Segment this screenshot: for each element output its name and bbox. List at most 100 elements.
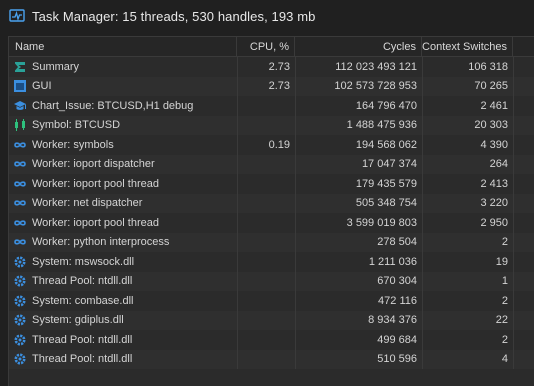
row-name-cell: Thread Pool: ntdll.dll [9, 330, 237, 350]
row-name: Worker: ioport dispatcher [32, 158, 155, 171]
row-cpu [237, 330, 295, 350]
row-cycles: 1 488 475 936 [295, 115, 422, 135]
table-row[interactable]: System: mswsock.dll 1 211 036 19 [9, 252, 534, 272]
infinity-icon [13, 196, 32, 210]
row-extra-cell [513, 213, 534, 233]
gear-icon [13, 352, 32, 366]
row-cpu: 0.19 [237, 135, 295, 155]
row-extra-cell [513, 154, 534, 174]
row-context-switches: 2 413 [422, 174, 513, 194]
table-row[interactable]: Thread Pool: ntdll.dll 670 304 1 [9, 271, 534, 292]
row-name-cell: System: gdiplus.dll [9, 311, 237, 331]
table-row[interactable]: Thread Pool: ntdll.dll 499 684 2 [9, 330, 534, 350]
table-row[interactable]: Worker: python interprocess 278 504 2 [9, 232, 534, 253]
row-cycles: 194 568 062 [295, 135, 422, 155]
row-name: Thread Pool: ntdll.dll [32, 333, 133, 346]
row-name: System: gdiplus.dll [32, 314, 124, 327]
row-context-switches: 20 303 [422, 115, 513, 135]
row-cpu [237, 115, 295, 135]
row-name: Worker: net dispatcher [32, 197, 143, 210]
row-name: Symbol: BTCUSD [32, 119, 121, 132]
row-cycles: 670 304 [295, 271, 422, 291]
row-extra-cell [513, 135, 534, 155]
row-cycles: 112 023 493 121 [295, 57, 422, 77]
row-context-switches: 264 [422, 154, 513, 174]
column-header-cycles[interactable]: Cycles [295, 37, 422, 56]
row-context-switches: 2 461 [422, 96, 513, 116]
row-context-switches: 2 [422, 291, 513, 311]
row-context-switches: 1 [422, 271, 513, 291]
row-name: GUI [32, 80, 52, 93]
row-cpu [237, 271, 295, 291]
column-header-extra [513, 37, 534, 56]
table-row[interactable]: System: combase.dll 472 116 2 [9, 291, 534, 311]
window-title: Task Manager: 15 threads, 530 handles, 1… [32, 8, 316, 24]
graduation-cap-icon [13, 99, 32, 113]
row-cpu: 2.73 [237, 57, 295, 77]
row-context-switches: 4 390 [422, 135, 513, 155]
table-body: Summary 2.73 112 023 493 121 106 318 GUI 2.73… [9, 57, 534, 369]
row-name-cell: Thread Pool: ntdll.dll [9, 272, 237, 292]
table-row[interactable]: Thread Pool: ntdll.dll 510 596 4 [9, 349, 534, 370]
row-cycles: 278 504 [295, 232, 422, 252]
row-extra-cell [513, 115, 534, 135]
table-row[interactable]: Worker: ioport pool thread 3 599 019 803 2… [9, 213, 534, 233]
row-name: System: combase.dll [32, 294, 134, 307]
row-name-cell: Thread Pool: ntdll.dll [9, 350, 237, 370]
column-header-context-switches[interactable]: Context Switches [422, 37, 513, 56]
table-row[interactable]: Worker: net dispatcher 505 348 754 3 220 [9, 193, 534, 213]
row-cpu [237, 154, 295, 174]
column-header-cpu[interactable]: CPU, % [237, 37, 295, 56]
table-row[interactable]: Summary 2.73 112 023 493 121 106 318 [9, 57, 534, 77]
row-name: System: mswsock.dll [32, 255, 135, 268]
row-name-cell: Worker: python interprocess [9, 233, 237, 253]
row-extra-cell [513, 330, 534, 350]
row-cycles: 472 116 [295, 291, 422, 311]
row-context-switches: 2 [422, 330, 513, 350]
row-cpu [237, 193, 295, 213]
row-cycles: 1 211 036 [295, 252, 422, 272]
column-header-name[interactable]: Name [9, 37, 237, 56]
row-extra-cell [513, 174, 534, 194]
table-row[interactable]: Chart_Issue: BTCUSD,H1 debug 164 796 470 2… [9, 96, 534, 116]
row-cycles: 505 348 754 [295, 193, 422, 213]
thread-table[interactable]: Name CPU, % Cycles Context Switches Summ… [8, 36, 534, 386]
summary-icon [13, 60, 32, 74]
row-cpu [237, 291, 295, 311]
row-context-switches: 2 950 [422, 213, 513, 233]
row-name: Worker: symbols [32, 138, 114, 151]
row-cpu [237, 213, 295, 233]
table-row[interactable]: GUI 2.73 102 573 728 953 70 265 [9, 76, 534, 96]
table-row[interactable]: System: gdiplus.dll 8 934 376 22 [9, 310, 534, 331]
row-name-cell: Worker: ioport pool thread [9, 213, 237, 233]
row-name-cell: System: mswsock.dll [9, 252, 237, 272]
row-name: Thread Pool: ntdll.dll [32, 353, 133, 366]
symbol-icon [13, 118, 32, 132]
row-cpu [237, 310, 295, 330]
table-row[interactable]: Symbol: BTCUSD 1 488 475 936 20 303 [9, 115, 534, 135]
row-name: Thread Pool: ntdll.dll [32, 275, 133, 288]
table-row[interactable]: Worker: ioport dispatcher 17 047 374 264 [9, 154, 534, 174]
row-context-switches: 106 318 [422, 57, 513, 77]
row-name: Summary [32, 60, 80, 73]
row-context-switches: 70 265 [422, 76, 513, 96]
gear-icon [13, 294, 32, 308]
table-row[interactable]: Worker: ioport pool thread 179 435 579 2 4… [9, 174, 534, 194]
row-extra-cell [513, 193, 534, 213]
row-name-cell: Worker: ioport pool thread [9, 174, 237, 194]
row-name: Worker: ioport pool thread [32, 177, 159, 190]
row-extra-cell [513, 232, 534, 252]
row-cycles: 510 596 [295, 349, 422, 369]
title-bar: Task Manager: 15 threads, 530 handles, 1… [0, 0, 534, 32]
infinity-icon [13, 177, 32, 191]
row-cycles: 499 684 [295, 330, 422, 350]
table-row[interactable]: Worker: symbols 0.19 194 568 062 4 390 [9, 135, 534, 155]
row-extra-cell [513, 291, 534, 311]
row-extra-cell [513, 271, 534, 291]
row-cycles: 17 047 374 [295, 154, 422, 174]
row-context-switches: 4 [422, 349, 513, 369]
row-cycles: 8 934 376 [295, 310, 422, 330]
row-context-switches: 19 [422, 252, 513, 272]
row-cpu: 2.73 [237, 76, 295, 96]
row-extra-cell [513, 57, 534, 77]
